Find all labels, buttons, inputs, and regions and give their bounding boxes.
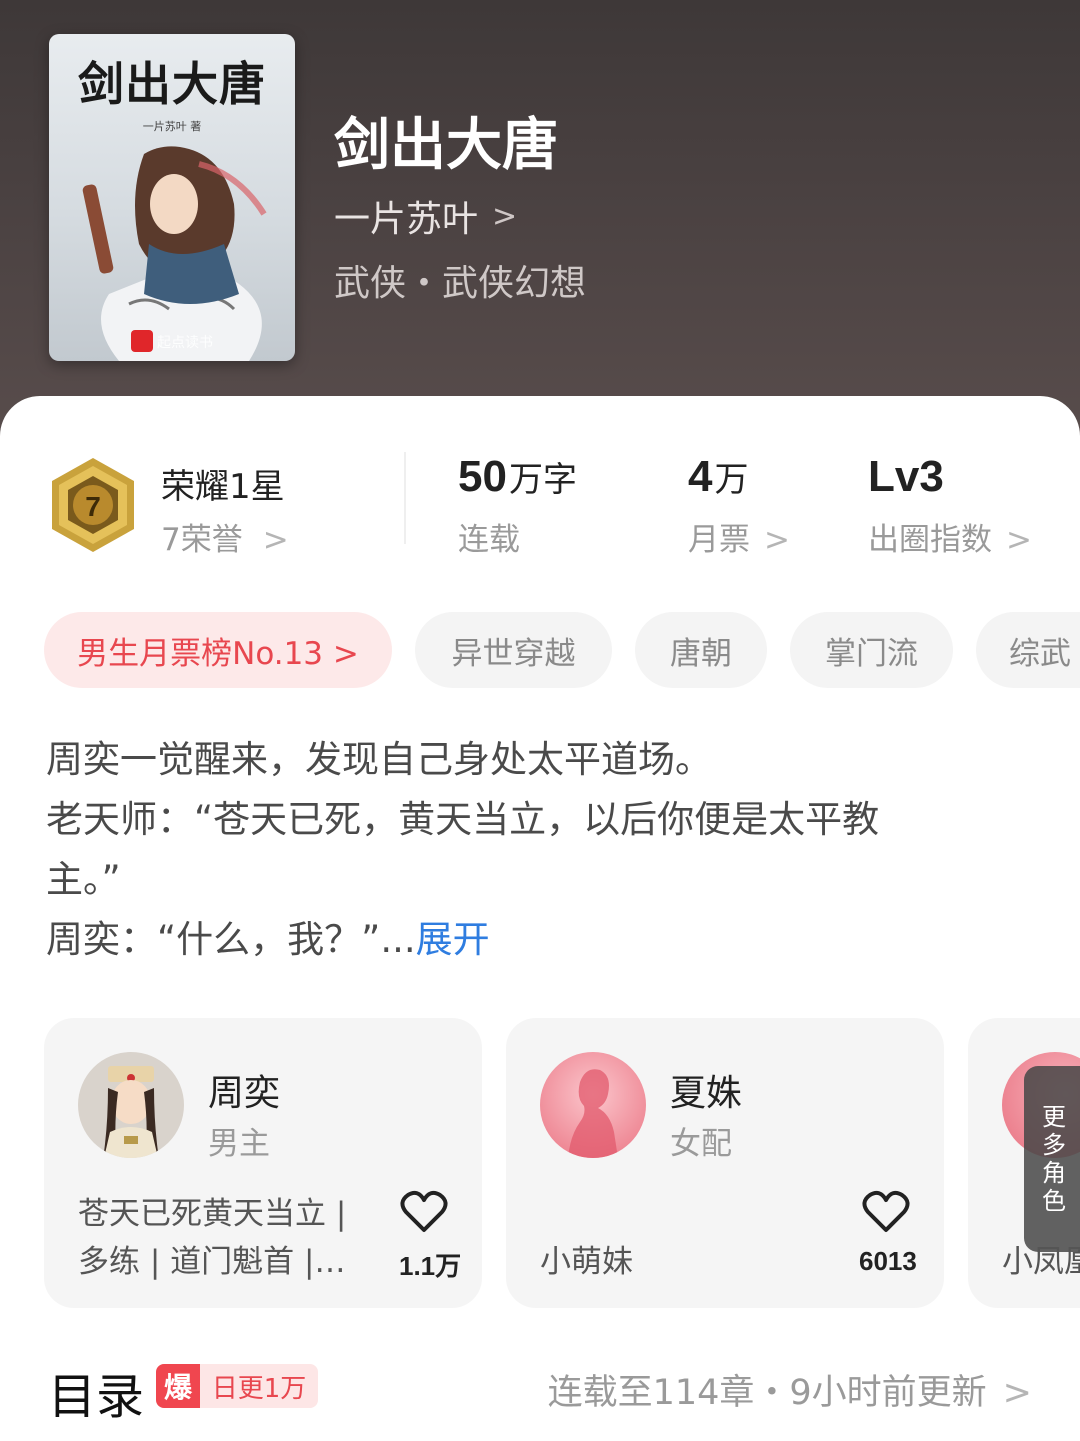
update-status: 连载至114章・9小时前更新 [547,1373,987,1413]
medal-number: 7 [85,491,101,522]
character-name: 周奕 [208,1073,281,1114]
character-desc: 小凤凰 [1002,1244,1080,1280]
book-cover[interactable]: 剑出大唐 一片苏叶 著 起点读书 [49,34,295,361]
cover-title: 剑出大唐 [78,57,266,111]
book-title: 剑出大唐 [334,112,558,178]
medal-icon[interactable]: 7 [48,456,138,554]
daily-update-badge: 日更1万 [200,1364,318,1408]
chevron-right-icon: > [1002,1373,1032,1413]
catalog-update-link[interactable]: 连载至114章・9小时前更新 > [548,1364,1032,1415]
publisher-badge [131,330,153,352]
character-desc-line: 多练 | 道门魁首 |… [78,1244,346,1280]
more-roles-char: 多 [1042,1131,1066,1159]
chevron-right-icon: > [1006,522,1032,558]
heart-icon[interactable] [400,1190,448,1234]
honor-link[interactable]: 7荣誉 > [161,514,289,559]
book-genre: 武侠・武侠幻想 [334,263,587,304]
cover-brand: 起点读书 [157,335,213,351]
like-count: 6013 [859,1246,917,1276]
tickets-label: 月票 [688,522,750,558]
character-desc: 小萌妹 [540,1190,830,1286]
expand-link[interactable]: 展开 [416,918,490,961]
circle-index-link[interactable]: 出圈指数 > [868,514,1032,559]
chevron-right-icon: > [262,522,289,558]
word-count: 50万字 [458,452,577,502]
book-synopsis[interactable]: 周奕一觉醒来，发现自己身处太平道场。 老天师：“苍天已死，黄天当立，以后你便是太… [46,730,1036,970]
synopsis-line: 周奕一觉醒来，发现自己身处太平道场。 [46,738,712,781]
tag-tang[interactable]: 唐朝 [635,612,767,688]
character-avatar [78,1052,184,1158]
cover-author: 一片苏叶 著 [142,120,202,133]
rank-tag[interactable]: 男生月票榜No.13 > [44,612,392,688]
hot-badge: 爆 [156,1364,200,1408]
serial-status: 连载 [458,522,520,558]
word-count-unit: 万字 [508,461,577,499]
character-card[interactable]: 周奕 男主 苍天已死黄天当立 | 多练 | 道门魁首 |… 1.1万 [44,1018,482,1308]
character-role: 女配 [670,1126,732,1162]
honor-title: 荣耀1星 [161,467,285,507]
character-desc-line: 小萌妹 [540,1244,633,1280]
author-name: 一片苏叶 [334,199,479,240]
character-card[interactable]: 夏姝 女配 小萌妹 6013 [506,1018,944,1308]
more-roles-button[interactable]: 更 多 角 色 [1024,1066,1080,1252]
tag-wuxia-mix[interactable]: 综武 [976,612,1080,688]
character-role: 男主 [208,1126,270,1162]
more-roles-card[interactable]: 更 多 角 色 小凤凰 [968,1018,1080,1308]
monthly-tickets-link[interactable]: 月票 > [688,514,790,559]
tickets-unit: 万 [714,461,749,499]
character-avatar [540,1052,646,1158]
chevron-right-icon: > [764,522,790,558]
circle-index-value: Lv3 [868,452,944,501]
more-roles-char: 更 [1042,1103,1066,1131]
tickets-value: 4 [688,452,713,501]
author-link[interactable]: 一片苏叶 > [334,190,517,242]
word-count-value: 50 [458,452,507,501]
more-roles-char: 色 [1042,1187,1066,1215]
character-desc-line: 苍天已死黄天当立 | [78,1196,347,1232]
tag-sect-leader[interactable]: 掌门流 [790,612,953,688]
tag-isekai[interactable]: 异世穿越 [415,612,612,688]
circle-index-label: 出圈指数 [868,522,992,558]
cover-illustration [82,146,267,361]
catalog-title[interactable]: 目录 [48,1357,144,1427]
character-desc-line [540,1190,830,1238]
more-roles-char: 角 [1042,1159,1066,1187]
character-name: 夏姝 [670,1073,743,1114]
chevron-right-icon: > [492,198,518,234]
character-desc: 苍天已死黄天当立 | 多练 | 道门魁首 |… [78,1190,368,1286]
heart-icon[interactable] [862,1190,910,1234]
monthly-tickets: 4万 [688,452,748,502]
synopsis-line: 老天师：“苍天已死，黄天当立，以后你便是太平教 [46,798,880,841]
synopsis-last-text: 周奕：“什么，我？”... [46,918,416,961]
honor-count: 7荣誉 [161,522,243,558]
divider [404,452,406,544]
like-count: 1.1万 [399,1251,462,1281]
synopsis-line: 周奕：“什么，我？”...展开 [46,910,1036,970]
synopsis-line: 主。” [46,858,121,901]
